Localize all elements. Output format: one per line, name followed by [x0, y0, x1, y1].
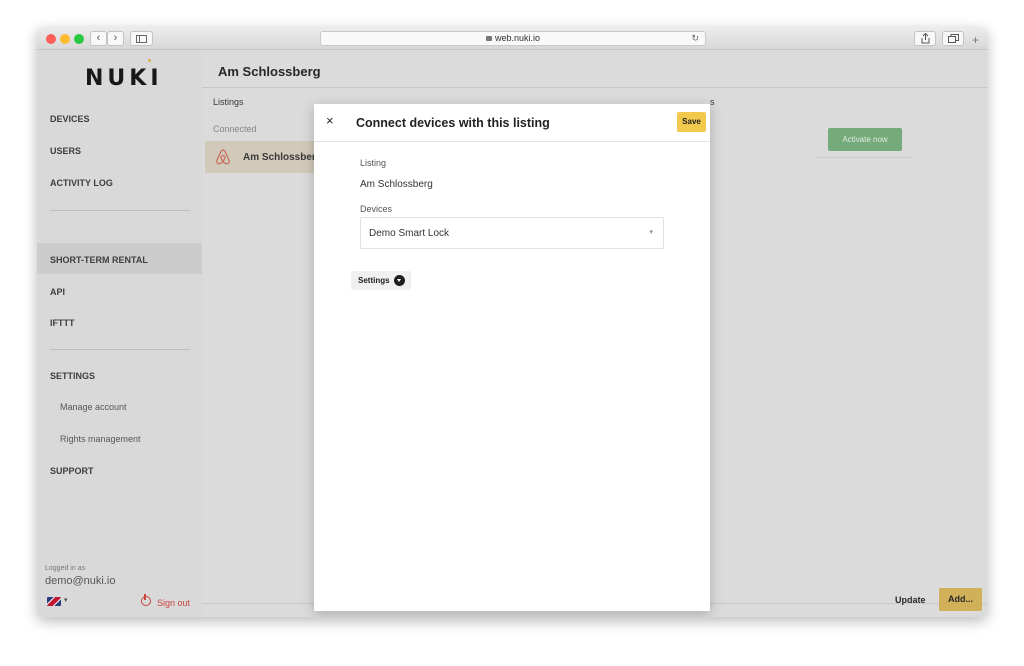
- chevron-down-circle-icon: [394, 275, 405, 286]
- address-bar[interactable]: web.nuki.io ↻: [320, 31, 706, 46]
- browser-window: ‹ › web.nuki.io ↻ + NUKI DEVICES USERS A…: [37, 27, 987, 617]
- tabs-icon: [947, 34, 959, 43]
- url-text: web.nuki.io: [494, 33, 541, 43]
- devices-select-value: Demo Smart Lock: [369, 228, 450, 239]
- chevron-down-icon: ▾: [649, 229, 653, 236]
- modal-header-divider: [314, 141, 710, 142]
- minimize-window-button[interactable]: [60, 34, 70, 44]
- devices-select[interactable]: Demo Smart Lock ▾: [360, 217, 664, 249]
- listing-field-label: Listing: [360, 158, 387, 168]
- connect-devices-modal: × Connect devices with this listing Save…: [314, 104, 710, 611]
- browser-toolbar: ‹ › web.nuki.io ↻ +: [37, 27, 987, 50]
- close-icon[interactable]: ×: [326, 113, 334, 128]
- close-window-button[interactable]: [46, 34, 56, 44]
- settings-label: Settings: [358, 276, 390, 285]
- modal-title: Connect devices with this listing: [356, 116, 550, 130]
- new-tab-button[interactable]: +: [972, 33, 979, 47]
- share-icon: [921, 32, 929, 44]
- settings-toggle-button[interactable]: Settings: [351, 271, 411, 290]
- save-button[interactable]: Save: [677, 112, 706, 132]
- sidebar-icon: [136, 35, 147, 43]
- forward-button[interactable]: ›: [107, 31, 124, 46]
- lock-icon: [485, 36, 492, 41]
- nuki-web-app: NUKI DEVICES USERS ACTIVITY LOG SHORT-TE…: [37, 50, 987, 617]
- maximize-window-button[interactable]: [74, 34, 84, 44]
- sidebar-toggle-button[interactable]: [130, 31, 153, 46]
- reload-icon[interactable]: ↻: [691, 32, 699, 45]
- share-button[interactable]: [914, 31, 936, 46]
- back-button[interactable]: ‹: [90, 31, 107, 46]
- tab-overview-button[interactable]: [942, 31, 964, 46]
- devices-field-label: Devices: [360, 204, 393, 214]
- listing-field-value: Am Schlossberg: [360, 179, 433, 190]
